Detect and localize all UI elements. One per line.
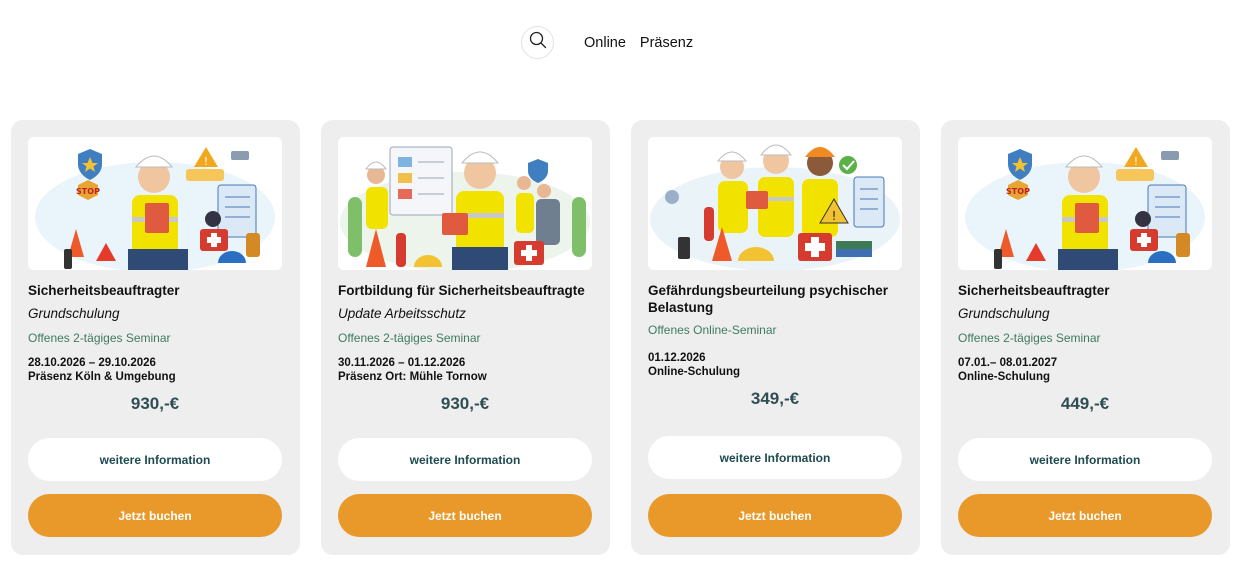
course-card-list: ! STOP Sicherheitsbeauftragter Grundschu… [11, 120, 1230, 555]
more-info-button[interactable]: weitere Information [28, 438, 282, 481]
more-info-button[interactable]: weitere Information [338, 438, 592, 481]
course-location: Online-Schulung [958, 371, 1050, 383]
search-button[interactable] [521, 26, 554, 59]
course-type: Offenes 2-tägiges Seminar [338, 331, 481, 345]
course-location: Präsenz Ort: Mühle Tornow [338, 371, 487, 383]
course-card: Fortbildung für Sicherheitsbeauftragte U… [321, 120, 610, 555]
course-title: Sicherheitsbeauftragter [28, 283, 180, 298]
book-now-button[interactable]: Jetzt buchen [958, 494, 1212, 537]
course-subtitle: Update Arbeitsschutz [338, 306, 466, 321]
course-type: Offenes 2-tägiges Seminar [28, 331, 171, 345]
book-now-button[interactable]: Jetzt buchen [648, 494, 902, 537]
book-now-button[interactable]: Jetzt buchen [28, 494, 282, 537]
more-info-button[interactable]: weitere Information [648, 436, 902, 479]
course-type: Offenes 2-tägiges Seminar [958, 331, 1101, 345]
course-card: ! Gefährdungsbeurteilung psychischer Bel… [631, 120, 920, 555]
svg-text:STOP: STOP [1006, 187, 1030, 196]
course-image [338, 137, 592, 270]
course-dates: 07.01.– 08.01.2027 [958, 357, 1058, 369]
course-title: Sicherheitsbeauftragter [958, 283, 1110, 298]
search-icon [529, 31, 547, 54]
svg-text:!: ! [1134, 155, 1138, 168]
course-image: ! STOP [958, 137, 1212, 270]
course-image: ! STOP [28, 137, 282, 270]
course-location: Präsenz Köln & Umgebung [28, 371, 176, 383]
svg-text:STOP: STOP [76, 187, 100, 196]
course-card: ! STOP Sicherheitsbeauftragter Grundschu… [11, 120, 300, 555]
course-subtitle: Grundschulung [958, 306, 1050, 321]
book-now-button[interactable]: Jetzt buchen [338, 494, 592, 537]
course-price: 349,-€ [750, 389, 800, 408]
top-nav: Online Präsenz [521, 26, 693, 59]
nav-link-online[interactable]: Online [584, 35, 626, 51]
course-dates: 28.10.2026 – 29.10.2026 [28, 357, 156, 369]
course-image: ! [648, 137, 902, 270]
course-type: Offenes Online-Seminar [648, 323, 777, 337]
course-price: 930,-€ [440, 394, 490, 413]
course-dates: 01.12.2026 [648, 352, 706, 364]
course-title: Gefährdungsbeurteilung psychischer Belas… [648, 283, 889, 315]
nav-link-praesenz[interactable]: Präsenz [640, 35, 693, 51]
course-price: 930,-€ [130, 394, 180, 413]
svg-text:!: ! [204, 155, 208, 168]
course-price: 449,-€ [1060, 394, 1110, 413]
course-location: Online-Schulung [648, 366, 740, 378]
course-subtitle: Grundschulung [28, 306, 120, 321]
svg-text:!: ! [832, 209, 837, 223]
course-title: Fortbildung für Sicherheitsbeauftragte [338, 283, 585, 298]
course-card: ! STOP Sicherheitsbeauftragter Grundschu… [941, 120, 1230, 555]
course-dates: 30.11.2026 – 01.12.2026 [338, 357, 466, 369]
more-info-button[interactable]: weitere Information [958, 438, 1212, 481]
